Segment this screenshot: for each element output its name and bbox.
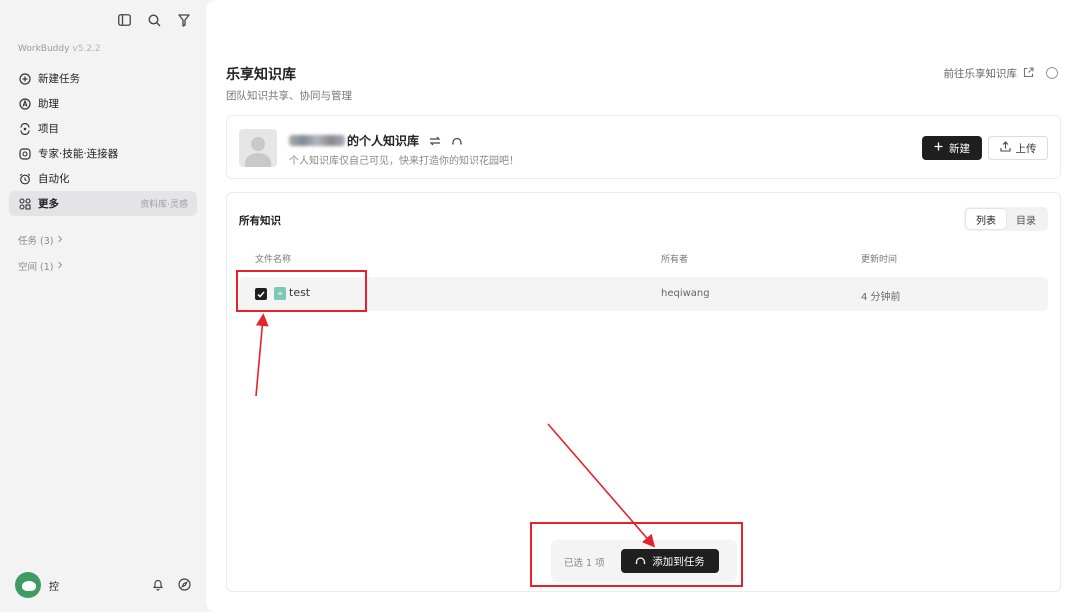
external-link-icon bbox=[1023, 66, 1034, 81]
sidebar-item-label: 自动化 bbox=[38, 173, 70, 185]
tab-list-view[interactable]: 列表 bbox=[966, 209, 1006, 229]
filter-icon[interactable] bbox=[176, 12, 192, 28]
project-icon bbox=[18, 122, 32, 136]
avatar[interactable] bbox=[15, 572, 41, 598]
group-label: 任务 (3) bbox=[18, 236, 54, 247]
add-to-task-icon[interactable] bbox=[451, 135, 463, 146]
sidebar-item-label: 新建任务 bbox=[38, 73, 80, 85]
sidebar-top-toolbar bbox=[116, 12, 192, 28]
redacted-username bbox=[289, 135, 345, 146]
kb-name-suffix: 的个人知识库 bbox=[347, 134, 420, 148]
expert-icon bbox=[18, 147, 32, 161]
new-button[interactable]: 新建 bbox=[922, 136, 982, 160]
user-footer: 控 bbox=[15, 572, 191, 598]
upload-label: 上传 bbox=[1015, 142, 1037, 155]
file-owner: heqiwang bbox=[661, 288, 710, 299]
chevron-right-icon bbox=[57, 261, 63, 272]
list-title: 所有知识 bbox=[239, 215, 281, 227]
plus-circle-icon bbox=[18, 72, 32, 86]
column-header-owner: 所有者 bbox=[661, 255, 689, 265]
new-label: 新建 bbox=[949, 142, 970, 155]
sidebar-item-more[interactable]: 更多 资料库·灵感 bbox=[9, 191, 197, 216]
page-title: 乐享知识库 bbox=[226, 67, 296, 83]
selection-action-bar: 已选 1 项 添加到任务 bbox=[551, 540, 737, 582]
group-label: 空间 (1) bbox=[18, 262, 54, 273]
alarm-clock-icon bbox=[18, 172, 32, 186]
kb-description: 个人知识库仅自己可见，快来打造你的知识花园吧！ bbox=[289, 156, 519, 167]
goto-lexiang-link[interactable]: 前往乐享知识库 bbox=[944, 66, 1035, 81]
column-header-name: 文件名称 bbox=[255, 255, 292, 265]
add-to-task-icon bbox=[635, 555, 646, 568]
user-actions bbox=[152, 576, 191, 595]
selection-count: 已选 1 项 bbox=[564, 558, 605, 569]
personal-kb-card: 的个人知识库 个人知识库仅自己可见，快来打造你的知识花园吧！ 新建 上传 bbox=[226, 115, 1061, 179]
goto-label: 前往乐享知识库 bbox=[943, 68, 1018, 80]
file-name[interactable]: test bbox=[289, 286, 310, 299]
bell-icon[interactable] bbox=[152, 576, 164, 595]
sidebar-item-label: 助理 bbox=[38, 98, 59, 110]
doc-file-icon: ≡ bbox=[274, 287, 286, 300]
sidebar-item-assistant[interactable]: 助理 bbox=[9, 91, 197, 116]
user-avatar-placeholder bbox=[239, 129, 277, 167]
table-row[interactable]: ≡ test heqiwang 4 分钟前 bbox=[239, 277, 1048, 311]
column-header-updated: 更新时间 bbox=[861, 255, 898, 265]
sidebar-item-label: 更多 bbox=[38, 198, 59, 210]
add-to-task-label: 添加到任务 bbox=[652, 555, 705, 568]
file-updated: 4 分钟前 bbox=[861, 292, 901, 303]
row-checkbox[interactable] bbox=[255, 288, 267, 300]
brand-name: WorkBuddy bbox=[18, 44, 70, 54]
status-circle-icon[interactable] bbox=[1046, 67, 1058, 79]
upload-button[interactable]: 上传 bbox=[988, 136, 1048, 160]
sidebar-item-project[interactable]: 项目 bbox=[9, 116, 197, 141]
assistant-icon bbox=[18, 97, 32, 111]
plus-icon bbox=[934, 142, 943, 154]
upload-icon bbox=[999, 141, 1011, 155]
add-to-task-button[interactable]: 添加到任务 bbox=[621, 549, 719, 573]
page-subtitle: 团队知识共享、协同与管理 bbox=[226, 90, 352, 102]
sidebar-nav: 新建任务 助理 项目 专家·技能·连接器 自动化 更多 资料库·灵感 bbox=[9, 66, 197, 216]
user-name: 控 bbox=[49, 581, 59, 593]
sidebar-item-label: 项目 bbox=[38, 123, 59, 135]
search-icon[interactable] bbox=[146, 12, 162, 28]
main-panel: 乐享知识库 团队知识共享、协同与管理 前往乐享知识库 的个人知识库 个人知识库仅… bbox=[206, 0, 1080, 612]
compass-icon[interactable] bbox=[178, 576, 191, 595]
knowledge-list-card: 所有知识 列表 目录 文件名称 所有者 更新时间 ≡ test heqiwang… bbox=[226, 192, 1061, 592]
tab-tree-view[interactable]: 目录 bbox=[1006, 209, 1046, 229]
sidebar-group-tasks[interactable]: 任务 (3) bbox=[18, 233, 63, 247]
sidebar-toggle-icon[interactable] bbox=[116, 12, 132, 28]
kb-name: 的个人知识库 bbox=[289, 132, 463, 149]
switch-icon[interactable] bbox=[429, 136, 441, 146]
more-grid-icon bbox=[18, 197, 32, 211]
brand: WorkBuddy v5.2.2 bbox=[18, 44, 101, 54]
sidebar-group-spaces[interactable]: 空间 (1) bbox=[18, 259, 63, 273]
sidebar-item-label: 专家·技能·连接器 bbox=[38, 148, 119, 160]
view-toggle: 列表 目录 bbox=[964, 207, 1048, 231]
version-label: v5.2.2 bbox=[72, 44, 101, 54]
sidebar: WorkBuddy v5.2.2 新建任务 助理 项目 专家·技能·连接器 自动… bbox=[0, 0, 206, 612]
chevron-right-icon bbox=[57, 235, 63, 246]
sidebar-item-automation[interactable]: 自动化 bbox=[9, 166, 197, 191]
sidebar-item-hint: 资料库·灵感 bbox=[140, 200, 188, 210]
app-window: WorkBuddy v5.2.2 新建任务 助理 项目 专家·技能·连接器 自动… bbox=[0, 0, 1080, 612]
sidebar-item-expert[interactable]: 专家·技能·连接器 bbox=[9, 141, 197, 166]
sidebar-item-new-task[interactable]: 新建任务 bbox=[9, 66, 197, 91]
